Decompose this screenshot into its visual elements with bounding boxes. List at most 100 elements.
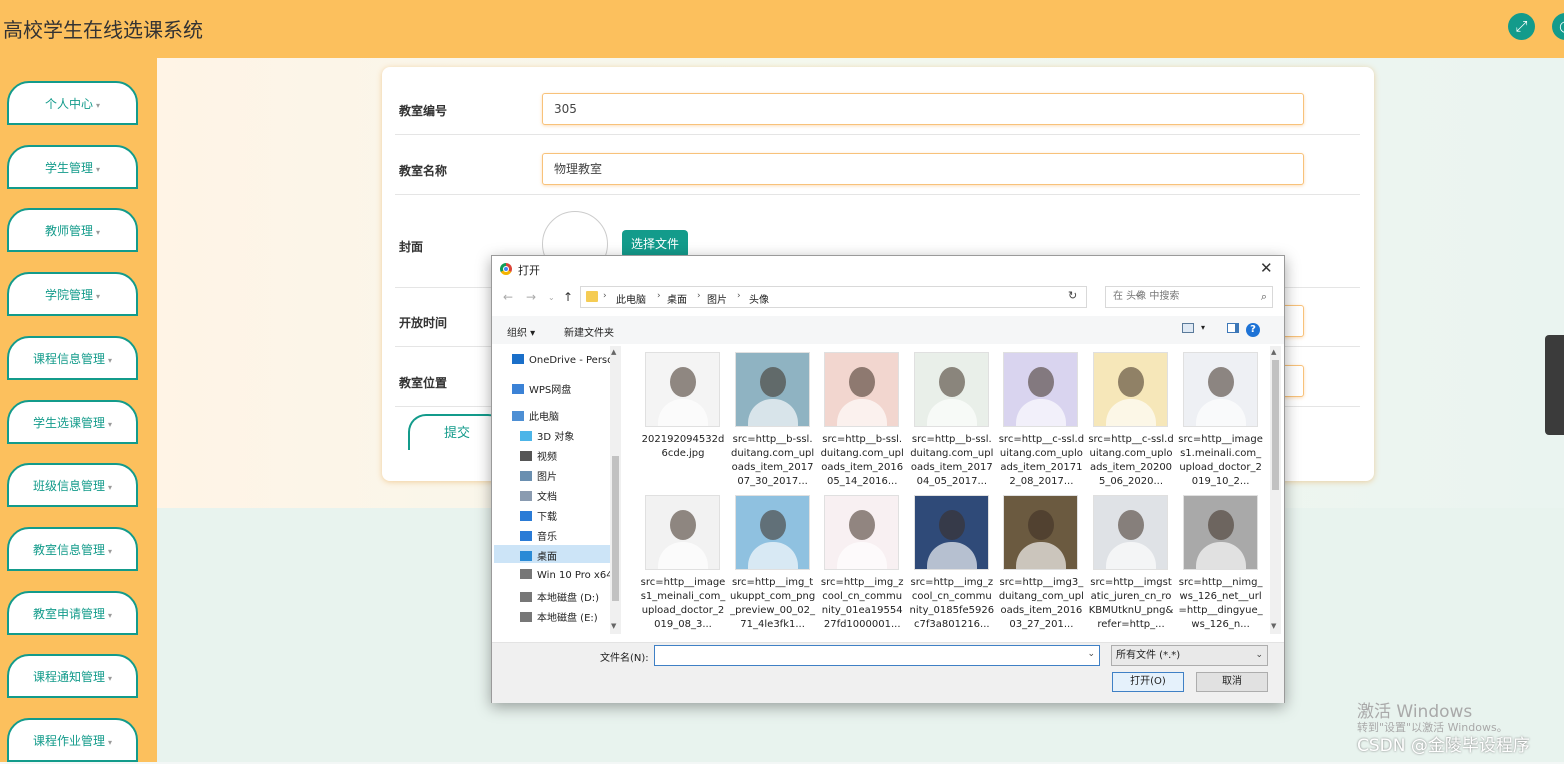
sidebar-item[interactable]: 教师管理 ▾ xyxy=(7,208,138,253)
chrome-icon xyxy=(500,263,512,275)
breadcrumb-item[interactable]: 此电脑 xyxy=(616,291,646,306)
organize-button[interactable]: 组织 ▾ xyxy=(507,324,535,339)
sidebar-item[interactable]: 课程通知管理 ▾ xyxy=(7,654,138,699)
chevron-down-icon: ▾ xyxy=(108,546,113,556)
csdn-watermark: CSDN @金陵毕设程序 xyxy=(1357,736,1530,756)
drive-icon xyxy=(520,592,532,602)
portrait-graphic xyxy=(747,399,798,426)
nav-scrollbar[interactable]: ▲ ▼ xyxy=(610,346,621,634)
sidebar-item[interactable]: 学生选课管理 ▾ xyxy=(7,399,138,444)
file-name: src=http__nimg_ws_126_net__url=http__din… xyxy=(1178,577,1263,630)
nav-tree-item[interactable]: 本地磁盘 (E:) xyxy=(520,609,598,624)
nav-tree-item[interactable]: 3D 对象 xyxy=(520,428,574,443)
sidebar-item[interactable]: 个人中心 ▾ xyxy=(7,81,138,125)
sidebar-item[interactable]: 教室信息管理 ▾ xyxy=(7,526,138,571)
side-panel-tab[interactable] xyxy=(1545,335,1564,435)
dialog-title: 打开 xyxy=(518,264,540,277)
sidebar-item[interactable]: 学院管理 ▾ xyxy=(7,272,138,317)
portrait-graphic xyxy=(926,542,977,569)
nav-tree-label: 音乐 xyxy=(537,532,557,543)
nav-tree-item[interactable]: WPS网盘 xyxy=(512,381,571,396)
search-input[interactable]: 在 头像 中搜索 ⌕ xyxy=(1105,286,1273,308)
filetype-select[interactable]: 所有文件 (*.*) ⌄ xyxy=(1111,645,1268,666)
video-icon xyxy=(520,451,532,461)
portrait-graphic xyxy=(1106,542,1156,569)
breadcrumb-item[interactable]: 头像 xyxy=(749,291,769,306)
nav-tree-item[interactable]: Win 10 Pro x64 xyxy=(520,569,613,581)
filename-input[interactable]: ⌄ xyxy=(654,645,1100,666)
new-folder-button[interactable]: 新建文件夹 xyxy=(564,324,614,339)
portrait-graphic xyxy=(837,399,888,426)
choose-file-button[interactable]: 选择文件 xyxy=(622,230,688,258)
nav-tree-item[interactable]: 桌面 xyxy=(520,548,557,563)
file-name: src=http__b-ssl.duitang.com_uploads_item… xyxy=(910,434,994,487)
chevron-down-icon: ▾ xyxy=(108,674,113,684)
recent-dropdown-icon[interactable]: ⌄ xyxy=(548,293,555,302)
chevron-down-icon[interactable]: ▾ xyxy=(1201,323,1205,332)
view-mode-icon[interactable] xyxy=(1182,323,1194,333)
scroll-up-icon[interactable]: ▲ xyxy=(611,348,616,356)
user-icon[interactable]: ◔ xyxy=(1552,13,1564,40)
file-name: 202192094532d6cde.jpg xyxy=(641,434,725,459)
portrait-graphic xyxy=(1106,399,1156,426)
chevron-down-icon: ▾ xyxy=(108,419,113,429)
classroom-no-input[interactable]: 305 xyxy=(542,93,1304,125)
nav-tree-label: Win 10 Pro x64 xyxy=(537,570,613,581)
nav-tree-item[interactable]: 图片 xyxy=(520,468,557,483)
scroll-down-icon[interactable]: ▼ xyxy=(1271,622,1276,630)
cancel-button[interactable]: 取消 xyxy=(1196,672,1268,692)
portrait-graphic xyxy=(759,367,786,397)
breadcrumb-item[interactable]: 图片 xyxy=(707,291,727,306)
file-scrollbar[interactable]: ▲ ▼ xyxy=(1270,346,1281,634)
sidebar-item[interactable]: 班级信息管理 ▾ xyxy=(7,463,138,508)
sidebar-item[interactable]: 学生管理 ▾ xyxy=(7,144,138,189)
sidebar-item[interactable]: 教室申请管理 ▾ xyxy=(7,590,138,635)
back-icon[interactable]: ← xyxy=(503,290,513,304)
portrait-graphic xyxy=(1118,510,1144,540)
forward-icon[interactable]: → xyxy=(526,290,536,304)
portrait-graphic xyxy=(1016,542,1067,569)
portrait-graphic xyxy=(670,367,696,397)
file-name: src=http__img_tukuppt_com_png_preview_00… xyxy=(730,577,816,630)
sidebar-item[interactable]: 课程信息管理 ▾ xyxy=(7,335,138,380)
sidebar-item[interactable]: 课程作业管理 ▾ xyxy=(7,718,138,762)
open-button[interactable]: 打开(O) xyxy=(1112,672,1184,692)
portrait-graphic xyxy=(926,399,977,426)
nav-tree-item[interactable]: 视频 xyxy=(520,448,557,463)
preview-pane-icon[interactable] xyxy=(1227,323,1239,333)
scroll-down-icon[interactable]: ▼ xyxy=(611,622,616,630)
help-icon[interactable]: ? xyxy=(1246,323,1260,337)
sidebar-item-label: 课程信息管理 xyxy=(32,351,105,366)
breadcrumb-separator: › xyxy=(697,291,701,301)
breadcrumb-separator: › xyxy=(657,291,661,301)
nav-tree-label: WPS网盘 xyxy=(529,385,572,396)
app-title: 高校学生在线选课系统 xyxy=(3,18,203,42)
nav-tree-item[interactable]: 文档 xyxy=(520,488,557,503)
portrait-graphic xyxy=(1016,399,1067,426)
fullscreen-icon[interactable]: ⤢ xyxy=(1508,13,1535,40)
file-name: src=http__c-ssl.duitang.com_uploads_item… xyxy=(998,434,1085,487)
close-icon[interactable]: ✕ xyxy=(1260,259,1273,277)
file-thumbnail xyxy=(1093,495,1168,570)
portrait-graphic xyxy=(938,367,965,397)
classroom-name-input[interactable]: 物理教室 xyxy=(542,153,1304,185)
nav-scroll-thumb[interactable] xyxy=(612,456,619,601)
refresh-icon[interactable]: ↻ xyxy=(1068,289,1077,302)
file-scroll-thumb[interactable] xyxy=(1272,360,1279,490)
scroll-up-icon[interactable]: ▲ xyxy=(1271,348,1276,356)
address-bar[interactable]: › 此电脑 › 桌面 › 图片 › 头像 ⌄ xyxy=(580,286,1142,308)
nav-tree-item[interactable]: 音乐 xyxy=(520,528,557,543)
portrait-graphic xyxy=(938,510,965,540)
nav-tree-item[interactable]: 此电脑 xyxy=(512,408,559,423)
breadcrumb-item[interactable]: 桌面 xyxy=(667,291,687,306)
up-icon[interactable]: ↑ xyxy=(563,290,573,304)
nav-tree-item[interactable]: OneDrive - Perso xyxy=(512,354,613,366)
nav-tree-item[interactable]: 下载 xyxy=(520,508,557,523)
file-name: src=http__b-ssl.duitang.com_uploads_item… xyxy=(730,434,815,487)
nav-tree-item[interactable]: 本地磁盘 (D:) xyxy=(520,589,599,604)
chevron-down-icon[interactable]: ⌄ xyxy=(1087,649,1095,659)
file-name: src=http__imgstatic_juren_cn_roKBMUtknU_… xyxy=(1088,577,1174,630)
chevron-down-icon: ▾ xyxy=(108,355,113,365)
address-row: ← → ⌄ ↑ › 此电脑 › 桌面 › 图片 › 头像 ⌄ ↻ 在 头像 中搜… xyxy=(492,284,1284,312)
location-label: 教室位置 xyxy=(399,376,448,390)
